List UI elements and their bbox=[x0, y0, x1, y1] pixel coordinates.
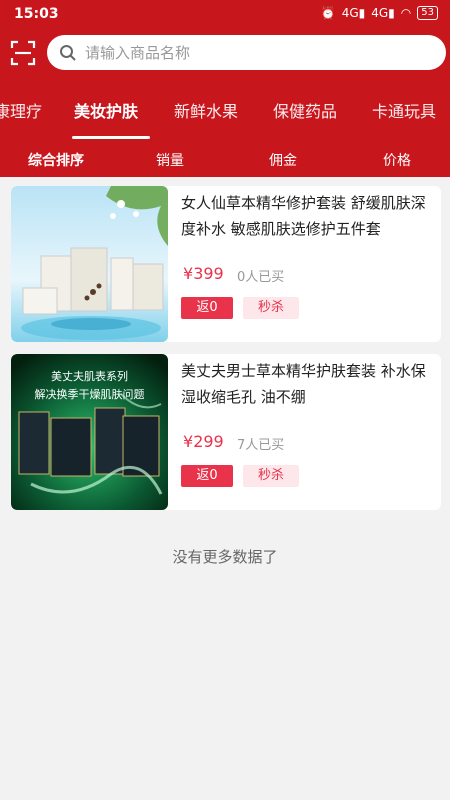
rebate-badge: 返0 bbox=[181, 465, 233, 487]
product-image: 美丈夫肌表系列 解决换季干燥肌肤问题 bbox=[11, 354, 168, 510]
status-bar: 15:03 ⏰ 4G▮ 4G▮ ◠ 53 bbox=[0, 0, 450, 30]
no-more-data-label: 没有更多数据了 bbox=[172, 548, 278, 566]
product-price: ¥399 bbox=[183, 264, 224, 283]
tab-medicine[interactable]: 保健药品 bbox=[273, 98, 337, 122]
product-title[interactable]: 美丈夫男士草本精华护肤套装 补水保湿收缩毛孔 油不绷 bbox=[181, 358, 431, 410]
product-card[interactable]: 女人仙草本精华修护套装 舒缓肌肤深度补水 敏感肌肤选修护五件套 ¥399 0人已… bbox=[11, 186, 441, 342]
tab-health[interactable]: 康理疗 bbox=[0, 98, 42, 122]
active-tab-indicator bbox=[72, 136, 150, 139]
alarm-icon: ⏰ bbox=[320, 6, 336, 20]
product-image-caption: 美丈夫肌表系列 解决换季干燥肌肤问题 bbox=[34, 370, 145, 401]
product-sold-count: 7人已买 bbox=[237, 438, 285, 453]
status-icons: ⏰ 4G▮ 4G▮ ◠ 53 bbox=[321, 6, 438, 20]
status-time: 15:03 bbox=[14, 6, 59, 22]
product-sold-count: 0人已买 bbox=[237, 270, 285, 285]
search-icon bbox=[60, 44, 76, 61]
signal-icon: 4G▮ bbox=[341, 6, 366, 20]
search-input[interactable] bbox=[83, 42, 407, 63]
product-price: ¥299 bbox=[183, 432, 224, 451]
app-header: 15:03 ⏰ 4G▮ 4G▮ ◠ 53 康理疗 美妆护肤 新鲜水果 保健药品 … bbox=[0, 0, 450, 177]
flash-sale-badge: 秒杀 bbox=[243, 465, 299, 487]
battery-icon: 53 bbox=[417, 6, 438, 20]
product-card[interactable]: 美丈夫肌表系列 解决换季干燥肌肤问题 美丈夫男士草本精华护肤套装 补水保湿收缩毛… bbox=[11, 354, 441, 510]
sort-bar: 综合排序 销量 佣金 价格 bbox=[0, 140, 450, 177]
category-tabs: 康理疗 美妆护肤 新鲜水果 保健药品 卡通玩具 bbox=[0, 90, 450, 130]
scan-button[interactable] bbox=[10, 40, 36, 66]
wifi-icon: ◠ bbox=[400, 6, 412, 20]
product-title[interactable]: 女人仙草本精华修护套装 舒缓肌肤深度补水 敏感肌肤选修护五件套 bbox=[181, 190, 431, 242]
sort-comprehensive[interactable]: 综合排序 bbox=[28, 150, 84, 170]
search-bar[interactable] bbox=[47, 35, 446, 70]
flash-sale-badge: 秒杀 bbox=[243, 297, 299, 319]
sort-commission[interactable]: 佣金 bbox=[269, 150, 297, 170]
tab-fruit[interactable]: 新鲜水果 bbox=[174, 98, 238, 122]
sort-price[interactable]: 价格 bbox=[383, 150, 411, 170]
tab-toys[interactable]: 卡通玩具 bbox=[372, 98, 436, 122]
signal-icon-2: 4G▮ bbox=[371, 6, 395, 20]
sort-sales[interactable]: 销量 bbox=[156, 150, 184, 170]
rebate-badge: 返0 bbox=[181, 297, 233, 319]
tab-beauty[interactable]: 美妆护肤 bbox=[74, 98, 138, 122]
scan-icon bbox=[10, 40, 36, 66]
product-image bbox=[11, 186, 168, 342]
